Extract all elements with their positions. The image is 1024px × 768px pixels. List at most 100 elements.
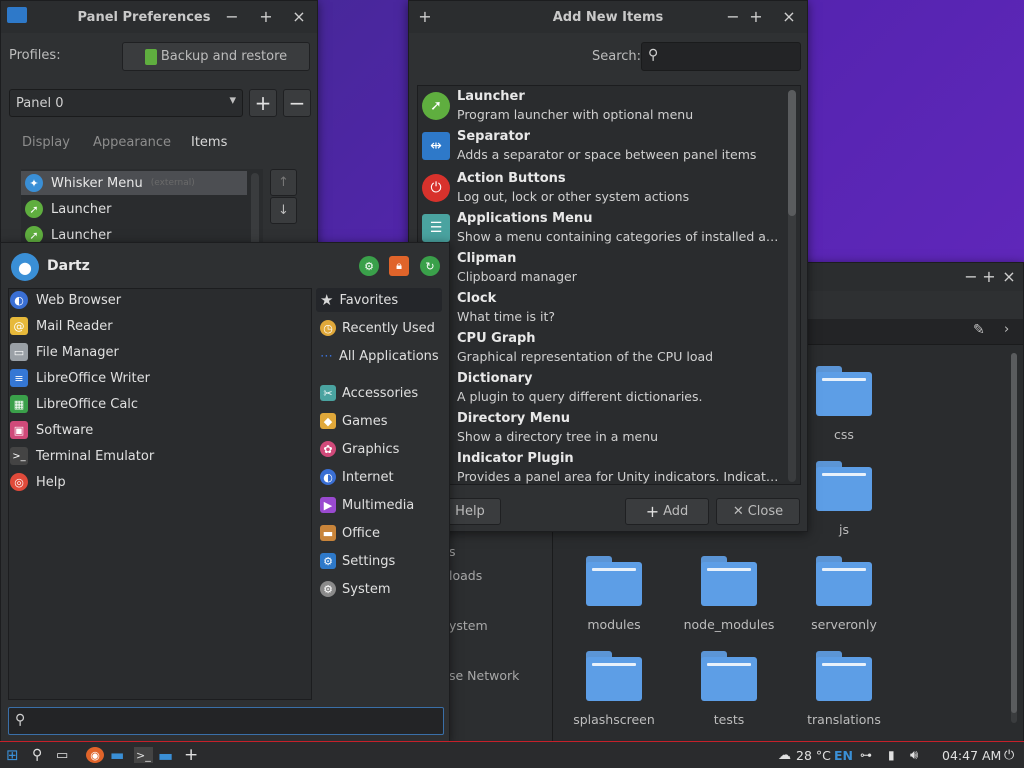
scrollbar[interactable] [788, 90, 796, 482]
app-libreoffice-writer[interactable]: ≡ LibreOffice Writer [10, 366, 150, 390]
category-all-applications[interactable]: ⋯ All Applications [316, 344, 442, 368]
list-item[interactable]: Directory Menu Show a directory tree in … [420, 408, 784, 448]
network-icon[interactable]: ⊶ [860, 746, 872, 764]
app-label: Terminal Emulator [36, 448, 155, 464]
category-recently-used[interactable]: ◷ Recently Used [316, 316, 442, 340]
list-item[interactable]: Clipman Clipboard manager [420, 248, 784, 288]
list-item[interactable]: ⇹ Separator Adds a separator or space be… [420, 126, 784, 166]
close-button[interactable]: × [999, 267, 1019, 287]
app-software[interactable]: ▣ Software [10, 418, 93, 442]
list-item[interactable]: ➚ Launcher Program launcher with optiona… [420, 86, 784, 126]
app-terminal[interactable]: >_ Terminal Emulator [10, 444, 154, 468]
folder-icon[interactable] [816, 366, 876, 418]
add-button[interactable]: + Add [625, 498, 709, 525]
list-item[interactable]: ✦ Whisker Menu (external) [21, 171, 247, 195]
app-libreoffice-calc[interactable]: ▦ LibreOffice Calc [10, 392, 138, 416]
window-icon[interactable]: ▬ [158, 746, 173, 765]
battery-icon[interactable]: ▮ [888, 746, 895, 764]
tab-appearance[interactable]: Appearance [93, 135, 171, 150]
scrollbar[interactable] [251, 173, 259, 249]
list-item[interactable]: Clock What time is it? [420, 288, 784, 328]
folder-icon[interactable] [701, 556, 761, 608]
folder-icon[interactable] [816, 651, 876, 703]
folder-icon[interactable] [816, 556, 876, 608]
search-label: Search: [592, 49, 642, 64]
list-item[interactable]: ⏻ Action Buttons Log out, lock or other … [420, 168, 784, 208]
category-office[interactable]: ▬ Office [316, 521, 442, 545]
minimize-button[interactable]: − [961, 267, 981, 287]
backup-restore-button[interactable]: Backup and restore [122, 42, 310, 71]
app-label: LibreOffice Writer [36, 370, 150, 386]
maximize-button[interactable]: + [979, 267, 999, 287]
category-settings[interactable]: ⚙ Settings [316, 549, 442, 573]
side-item[interactable]: ystem [449, 618, 488, 633]
category-system[interactable]: ⚙ System [316, 577, 442, 601]
category-favorites[interactable]: ★ Favorites [316, 288, 442, 312]
tab-display[interactable]: Display [22, 135, 70, 150]
globe-icon: ◐ [320, 469, 336, 485]
folder-icon[interactable] [816, 461, 876, 513]
folder-icon[interactable] [586, 556, 646, 608]
close-button[interactable]: × [289, 7, 309, 27]
list-item[interactable]: ☰ Applications Menu Show a menu containi… [420, 208, 784, 248]
windows-menu-icon[interactable]: ⊞ [6, 746, 19, 764]
system-gear-icon: ⚙ [320, 581, 336, 597]
search-icon[interactable]: ⚲ [32, 746, 42, 764]
keyboard-layout[interactable]: EN [834, 746, 853, 764]
category-games[interactable]: ◆ Games [316, 409, 442, 433]
app-label: Software [36, 422, 94, 438]
profiles-label: Profiles: [9, 48, 61, 63]
power-icon[interactable]: ⏻ [1004, 746, 1014, 764]
add-launcher-icon[interactable]: + [184, 745, 198, 765]
firefox-icon[interactable]: ◉ [86, 746, 104, 764]
list-item[interactable]: Indicator Plugin Provides a panel area f… [420, 448, 784, 488]
temperature[interactable]: 28 °C [796, 746, 831, 764]
move-up-button[interactable]: ↑ [270, 169, 297, 196]
maximize-button[interactable]: + [256, 7, 276, 27]
app-mail-reader[interactable]: @ Mail Reader [10, 314, 113, 338]
close-dialog-button[interactable]: ✕ Close [716, 498, 800, 525]
settings-manager-icon[interactable]: ⚙ [359, 256, 379, 276]
close-button[interactable]: × [779, 7, 799, 27]
side-item[interactable]: se Network [449, 668, 519, 683]
search-input[interactable]: ⚲ [8, 707, 444, 735]
category-multimedia[interactable]: ▶ Multimedia [316, 493, 442, 517]
files-icon[interactable]: ▬ [110, 746, 124, 764]
show-desktop-icon[interactable]: ▭ [56, 746, 68, 764]
star-icon: ★ [320, 291, 334, 309]
app-label: LibreOffice Calc [36, 396, 139, 412]
folder-icon[interactable] [586, 651, 646, 703]
help-lifebuoy-icon: ◎ [10, 473, 28, 491]
app-web-browser[interactable]: ◐ Web Browser [10, 288, 121, 312]
maximize-button[interactable]: + [746, 7, 766, 27]
add-panel-button[interactable]: + [249, 89, 277, 117]
move-down-button[interactable]: ↓ [270, 197, 297, 224]
remove-panel-button[interactable]: − [283, 89, 311, 117]
list-item[interactable]: CPU Graph Graphical representation of th… [420, 328, 784, 368]
log-out-icon[interactable]: ↻ [420, 256, 440, 276]
category-internet[interactable]: ◐ Internet [316, 465, 442, 489]
category-accessories[interactable]: ✂ Accessories [316, 381, 442, 405]
search-input[interactable]: ⚲ [641, 42, 801, 71]
menu-list-icon: ☰ [422, 214, 450, 242]
list-item[interactable]: ➚ Launcher [21, 197, 247, 221]
app-help[interactable]: ◎ Help [10, 470, 66, 494]
app-label: Help [36, 474, 66, 490]
lock-screen-icon[interactable]: 🔒︎ [389, 256, 409, 276]
terminal-icon[interactable]: >_ [134, 747, 153, 763]
side-item[interactable]: loads [449, 568, 482, 583]
chevron-right-icon[interactable]: › [1004, 322, 1009, 337]
tab-items[interactable]: Items [191, 135, 227, 150]
app-file-manager[interactable]: ▭ File Manager [10, 340, 119, 364]
clock[interactable]: 04:47 AM [942, 746, 1001, 764]
pin-button[interactable]: + [415, 7, 435, 27]
list-item[interactable]: Dictionary A plugin to query different d… [420, 368, 784, 408]
edit-location-icon[interactable]: ✎ [973, 322, 985, 338]
minimize-button[interactable]: − [222, 7, 242, 27]
folder-icon[interactable] [701, 651, 761, 703]
category-graphics[interactable]: ✿ Graphics [316, 437, 442, 461]
volume-icon[interactable]: 🔊︎ [910, 746, 918, 764]
scrollbar[interactable] [1011, 353, 1017, 723]
minimize-button[interactable]: − [723, 7, 743, 27]
panel-select[interactable]: Panel 0 ▾ [9, 89, 243, 117]
